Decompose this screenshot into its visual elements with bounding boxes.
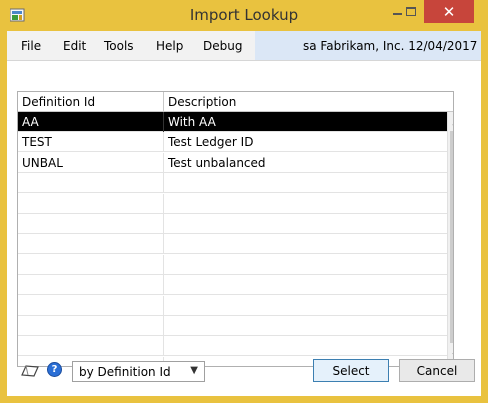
table-row[interactable] xyxy=(18,173,447,194)
menu-tools[interactable]: Tools xyxy=(104,39,134,53)
table-row[interactable] xyxy=(18,254,447,275)
column-divider xyxy=(163,132,164,153)
column-header-definition-id[interactable]: Definition Id xyxy=(22,95,95,109)
close-button[interactable]: ✕ xyxy=(424,0,474,23)
column-divider xyxy=(163,193,164,214)
column-divider xyxy=(163,173,164,194)
dialog-client: File Edit Tools Help Debug sa Fabrikam, … xyxy=(7,31,481,396)
note-icon[interactable] xyxy=(20,364,40,378)
table-row[interactable] xyxy=(18,275,447,296)
close-icon: ✕ xyxy=(442,2,456,21)
company-info-bar: sa Fabrikam, Inc. 12/04/2017 xyxy=(255,31,481,60)
vertical-scrollbar[interactable]: ▲ ▼ xyxy=(447,112,454,366)
cell-description: Test Ledger ID xyxy=(168,135,254,150)
table-row[interactable] xyxy=(18,295,447,316)
maximize-icon xyxy=(406,7,416,16)
table-row[interactable] xyxy=(18,234,447,255)
column-divider xyxy=(163,336,164,357)
table-row[interactable] xyxy=(18,214,447,234)
column-divider xyxy=(163,275,164,296)
column-divider xyxy=(163,152,164,173)
menu-bar: File Edit Tools Help Debug sa Fabrikam, … xyxy=(7,31,481,61)
cell-description: With AA xyxy=(168,115,216,129)
sort-by-value: by Definition Id xyxy=(79,365,171,379)
import-lookup-window: Import Lookup ✕ File Edit Tools Help Deb… xyxy=(0,0,488,403)
column-divider xyxy=(163,295,164,316)
cell-description: Test unbalanced xyxy=(168,155,266,170)
column-divider xyxy=(163,316,164,336)
table-row[interactable] xyxy=(18,316,447,336)
maximize-button[interactable] xyxy=(398,0,424,23)
table-row[interactable] xyxy=(18,193,447,214)
cell-definition-id: TEST xyxy=(22,135,52,150)
column-divider xyxy=(163,254,164,275)
column-header-description[interactable]: Description xyxy=(168,95,236,109)
title-bar[interactable]: Import Lookup ✕ xyxy=(0,0,488,31)
cell-definition-id: UNBAL xyxy=(22,155,63,170)
sort-by-select[interactable]: by Definition Id ▼ xyxy=(72,361,205,382)
menu-edit[interactable]: Edit xyxy=(63,39,86,53)
table-row[interactable]: AA With AA xyxy=(18,112,447,132)
column-divider xyxy=(163,214,164,234)
cell-definition-id: AA xyxy=(22,115,39,129)
menu-help[interactable]: Help xyxy=(156,39,183,53)
table-row[interactable]: UNBAL Test unbalanced xyxy=(18,152,447,173)
table-row[interactable] xyxy=(18,336,447,357)
chevron-down-icon: ▼ xyxy=(190,365,198,376)
table-row[interactable]: TEST Test Ledger ID xyxy=(18,132,447,153)
scroll-thumb[interactable] xyxy=(450,131,453,343)
column-divider xyxy=(163,234,164,255)
cancel-button[interactable]: Cancel xyxy=(399,359,475,382)
menu-debug[interactable]: Debug xyxy=(203,39,242,53)
list-header: Definition Id Description xyxy=(18,92,453,112)
menu-file[interactable]: File xyxy=(21,39,41,53)
help-icon[interactable]: ? xyxy=(47,362,62,377)
column-divider[interactable] xyxy=(163,92,164,112)
scroll-up-icon[interactable]: ▲ xyxy=(448,114,454,130)
column-divider xyxy=(163,112,164,132)
lookup-list: Definition Id Description AA With AA TEST T… xyxy=(17,91,454,367)
select-button[interactable]: Select xyxy=(313,359,389,382)
user-company-date: sa Fabrikam, Inc. 12/04/2017 xyxy=(303,39,478,53)
